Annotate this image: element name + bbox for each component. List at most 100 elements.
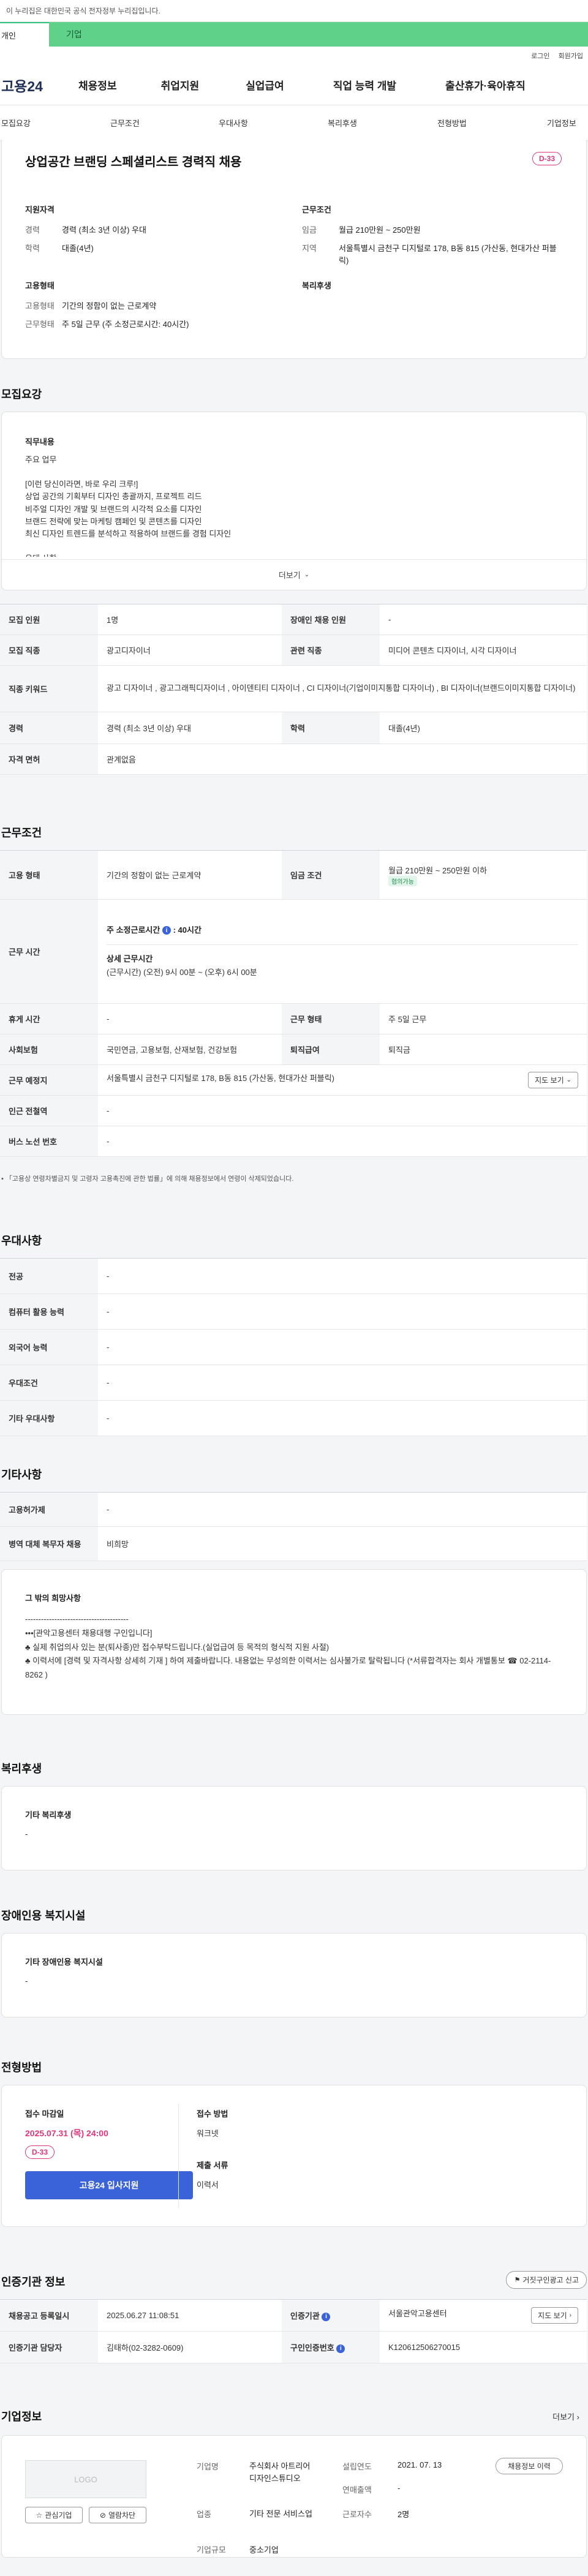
table-row: 휴게 시간 - 근무 형태 주 5일 근무 <box>0 1003 587 1034</box>
negotiable-badge: 협의가능 <box>388 875 417 886</box>
education-value: 대졸(4년) <box>62 244 94 253</box>
table-cell: - <box>98 1329 587 1365</box>
gov-notice-bar: 이 누리집은 대한민국 공식 전자정부 누리집입니다. <box>0 0 588 22</box>
gnb-item-skill-development[interactable]: 직업 능력 개발 <box>333 77 396 92</box>
gnb-item-unemployment-benefit[interactable]: 실업급여 <box>246 77 284 92</box>
wish-body: --------------------------------------- … <box>25 1614 551 1679</box>
table-header-cell: 전공 <box>0 1258 98 1294</box>
table-cell: - <box>98 1365 587 1401</box>
emptype-value: 기간의 정함이 없는 근로계약 <box>62 301 157 311</box>
wage-label: 임금 <box>302 225 317 235</box>
emptype-label: 고용형태 <box>25 301 55 311</box>
tab-personal[interactable]: 개인 <box>0 22 49 47</box>
table-row: 채용공고 등록일시 2025.06.27 11:08:51 인증기관 i 서울관… <box>0 2299 587 2332</box>
table-cell: - <box>98 1126 587 1157</box>
worktype-row: 근무형태 주 5일 근무 (주 소정근로시간: 40시간) <box>25 318 189 331</box>
company-card: LOGO ☆ 관심기업 ⊘ 열람차단 기업명 주식회사 아트리어디자인스튜디오 업종… <box>1 2435 587 2558</box>
table-row: 직종 키워드 광고 디자이너 , 광고그래픽디자이너 , 아이덴티티 디자이너 … <box>0 665 587 712</box>
anchor-preferences[interactable]: 우대사항 <box>219 117 248 129</box>
cert-section-title: 인증기관 정보 <box>1 2276 66 2288</box>
recruit-table: 모집 인원 1명 장애인 채용 인원 - 모집 직종 광고디자이너 관련 직종 … <box>0 604 587 775</box>
table-header-cell: 임금 조건 <box>282 850 380 900</box>
table-header-cell: 채용공고 등록일시 <box>0 2299 98 2332</box>
table-header-cell: 고용허가제 <box>0 1492 98 1527</box>
qualification-heading: 지원자격 <box>25 205 55 214</box>
reqno-label: 구인인증번호 <box>290 2343 334 2352</box>
disability-section-title: 장애인용 복지시설 <box>1 1910 86 1922</box>
weekly-hours-value: : 40시간 <box>173 925 202 935</box>
table-row: 컴퓨터 활용 능력 - <box>0 1294 587 1330</box>
table-cell: - <box>98 1095 587 1126</box>
table-header-cell: 우대조건 <box>0 1365 98 1401</box>
duty-more-button[interactable]: 더보기 ⌄ <box>2 559 586 590</box>
industry-value: 기타 전문 서비스업 <box>249 2509 312 2518</box>
table-row: 전공 - <box>0 1258 587 1294</box>
utility-bar: 로그인 회원가입 <box>0 47 588 65</box>
company-name-value: 주식회사 아트리어디자인스튜디오 <box>249 2461 311 2483</box>
cert-table: 채용공고 등록일시 2025.06.27 11:08:51 인증기관 i 서울관… <box>0 2299 587 2363</box>
region-label: 지역 <box>302 244 317 253</box>
info-icon[interactable]: i <box>322 2312 331 2321</box>
gnb-item-employment-support[interactable]: 취업지원 <box>161 77 200 92</box>
size-label: 기업규모 <box>197 2545 226 2555</box>
agency-value: 서울관악고용센터 <box>388 2309 447 2318</box>
staff-value: 2명 <box>398 2510 410 2519</box>
table-row: 고용허가제 - <box>0 1492 587 1527</box>
info-icon[interactable]: i <box>162 926 171 935</box>
education-row: 학력 대졸(4년) <box>25 243 94 255</box>
info-icon[interactable]: i <box>336 2344 345 2353</box>
company-more-link[interactable]: 더보기 › <box>552 2411 579 2422</box>
job-history-button[interactable]: 채용정보 이력 <box>496 2458 563 2474</box>
emptype-row: 고용형태 기간의 정함이 없는 근로계약 <box>25 300 156 312</box>
employment-type-heading: 고용형태 <box>25 281 55 290</box>
table-header-cell: 구인인증번호 i <box>282 2331 380 2363</box>
sales-value: - <box>398 2484 401 2493</box>
method-value: 워크넷 <box>197 2129 219 2138</box>
table-cell: 광고디자이너 <box>98 635 282 666</box>
worktype-value: 주 5일 근무 (주 소정근로시간: 40시간) <box>62 320 189 329</box>
disability-card: 기타 장애인용 복지시설 - <box>1 1933 587 2017</box>
divider <box>107 944 578 945</box>
table-header-cell: 근무 시간 <box>0 899 98 1004</box>
apply-button[interactable]: 고용24 입사지원 <box>25 2171 193 2199</box>
work-section-title: 근무조건 <box>1 827 42 839</box>
anchor-company[interactable]: 기업정보 <box>547 117 576 129</box>
table-cell: 관계없음 <box>98 744 587 775</box>
agency-map-button[interactable]: 지도 보기 › <box>531 2307 578 2324</box>
screening-dday-badge: D-33 <box>25 2145 55 2159</box>
favorite-company-button[interactable]: ☆ 관심기업 <box>25 2507 83 2523</box>
gnb-item-jobs[interactable]: 채용정보 <box>78 77 117 92</box>
anchor-screening[interactable]: 전형방법 <box>437 117 467 129</box>
star-icon: ☆ <box>36 2510 43 2520</box>
table-cell: 서울특별시 금천구 디지털로 178, B동 815 (가산동, 현대가산 퍼블… <box>98 1064 587 1096</box>
anchor-recruit[interactable]: 모집요강 <box>1 117 31 129</box>
table-row: 사회보험 국민연금, 고용보험, 산재보험, 건강보험 퇴직급여 퇴직금 <box>0 1034 587 1065</box>
table-cell: 1명 <box>98 604 282 635</box>
site-logo[interactable]: 고용24 <box>0 75 74 96</box>
agency-label: 인증기관 <box>290 2311 320 2321</box>
anchor-welfare[interactable]: 복리후생 <box>328 117 357 129</box>
anchor-work-conditions[interactable]: 근무조건 <box>110 117 140 129</box>
duty-heading: 직무내용 <box>25 437 55 446</box>
region-value: 서울특별시 금천구 디지털로 178, B동 815 (가산동, 현대가산 퍼블… <box>339 244 557 265</box>
block-view-button[interactable]: ⊘ 열람차단 <box>89 2507 146 2523</box>
disability-card-body: - <box>25 1976 28 1986</box>
table-row: 인증기관 담당자 김태하(02-3282-0609) 구인인증번호 i K120… <box>0 2331 587 2363</box>
conditions-heading: 근무조건 <box>302 205 331 214</box>
table-row: 근무 예정지 서울특별시 금천구 디지털로 178, B동 815 (가산동, … <box>0 1064 587 1096</box>
report-fake-ad-button[interactable]: ⚑ 거짓구인광고 신고 <box>506 2271 587 2289</box>
deadline-value: 2025.07.31 (목) 24:00 <box>25 2128 108 2138</box>
staff-label: 근로자수 <box>342 2510 372 2519</box>
table-row: 근무 시간 주 소정근로시간 i : 40시간 상세 근무시간 (근무시간) (… <box>0 899 587 1004</box>
chevron-down-icon: ⌄ <box>304 571 310 578</box>
signup-link[interactable]: 회원가입 <box>559 51 583 61</box>
tab-company[interactable]: 기업 <box>49 22 588 47</box>
job-title: 상업공간 브랜딩 스페셜리스트 경력직 채용 <box>25 156 242 169</box>
login-link[interactable]: 로그인 <box>531 51 549 61</box>
gnb-item-maternity-leave[interactable]: 출산휴가·육아휴직 <box>445 77 526 92</box>
table-header-cell: 자격 면허 <box>0 744 98 775</box>
tab-company-label: 기업 <box>66 29 82 39</box>
work-place-map-button[interactable]: 지도 보기 ⌄ <box>528 1072 578 1088</box>
wage-value: 월급 210만원 ~ 250만원 <box>339 225 421 235</box>
career-row: 경력 경력 (최소 3년 이상) 우대 <box>25 224 146 236</box>
